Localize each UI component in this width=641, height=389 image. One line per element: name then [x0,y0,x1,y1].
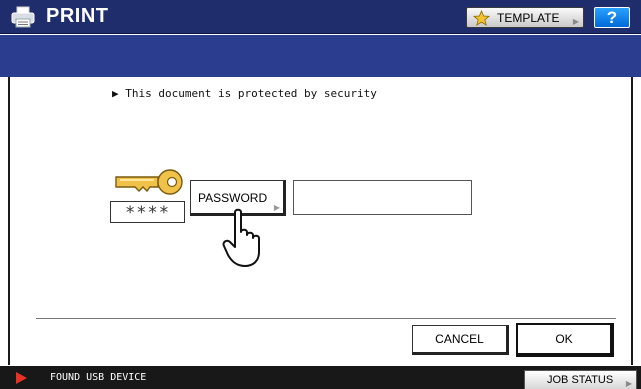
title-bar: PRINT TEMPLATE ▶ ? [0,0,641,34]
divider [36,318,616,319]
template-button-label: TEMPLATE [497,11,560,25]
cancel-button[interactable]: CANCEL [412,325,509,355]
help-button[interactable]: ? [594,7,630,28]
printer-icon [11,6,35,28]
play-arrow-icon [16,372,27,384]
ok-button[interactable]: OK [516,323,614,357]
arrow-icon: ▶ [625,379,632,388]
key-icon [115,169,183,195]
arrow-icon: ▶ [572,17,579,26]
template-button[interactable]: TEMPLATE ▶ [466,7,584,28]
job-status-button[interactable]: JOB STATUS ▶ [524,370,637,389]
password-field[interactable] [293,180,472,215]
sub-header-bar [0,35,641,77]
password-mask-display: **** [110,201,185,223]
status-text: FOUND USB DEVICE [50,372,147,383]
pointing-hand-icon [222,208,260,267]
star-icon [473,10,490,26]
page-title: PRINT [46,5,109,27]
arrow-icon: ▶ [273,203,280,212]
password-button-label: PASSWORD [198,191,268,205]
job-status-label: JOB STATUS [547,374,614,386]
security-message: ▶ This document is protected by security [112,87,377,100]
content-panel [8,77,633,365]
